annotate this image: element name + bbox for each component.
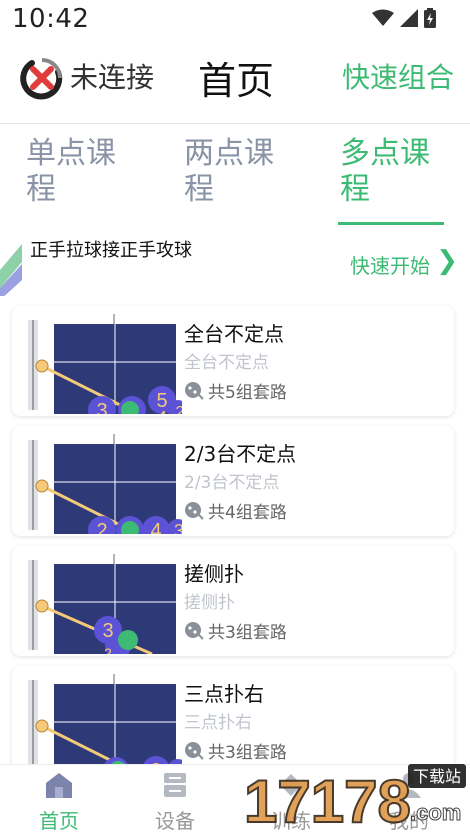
- routine-count: 共3组套路: [208, 623, 287, 643]
- page-title: 首页: [198, 59, 275, 103]
- stripe-decoration-icon: [0, 244, 22, 296]
- table-diagram-icon: 3 5 4 2: [28, 314, 182, 414]
- card-subtitle: 2/3台不定点: [184, 473, 280, 493]
- quick-start-button[interactable]: 快速开始: [350, 250, 430, 279]
- wifi-icon: [372, 9, 394, 26]
- card-subtitle: 全台不定点: [184, 353, 269, 373]
- tab-single-point[interactable]: 单点课程: [26, 136, 144, 208]
- routine-count: 共5组套路: [208, 383, 287, 403]
- device-icon: [164, 773, 186, 797]
- quick-combo-button[interactable]: 快速组合: [342, 56, 454, 96]
- ball-label: 3: [174, 521, 182, 534]
- course-card[interactable]: 3 2 搓侧扑 搓侧扑 共3组套路: [12, 546, 454, 656]
- disconnected-icon[interactable]: [18, 54, 66, 102]
- ball-label: 3: [102, 620, 113, 642]
- cellular-signal-icon: [400, 9, 418, 27]
- card-subtitle: 三点扑右: [184, 713, 252, 733]
- quick-start-banner[interactable]: 正手拉球接正手攻球 快速开始 ❯: [0, 236, 470, 296]
- routine-count-icon: [185, 741, 204, 760]
- home-icon: [46, 773, 72, 798]
- card-meta: 共5组套路: [184, 378, 287, 403]
- training-icon: [280, 774, 302, 796]
- table-diagram-icon: 3 2: [28, 554, 176, 654]
- course-card[interactable]: 3 5 4 2 全台不定点 全台不定点 共5组套路: [12, 306, 454, 416]
- card-title: 全台不定点: [184, 322, 284, 346]
- nav-item-home[interactable]: 首页: [14, 771, 104, 834]
- card-meta: 共4组套路: [184, 498, 287, 523]
- routine-count: 共4组套路: [208, 503, 287, 523]
- chevron-right-icon[interactable]: ❯: [436, 246, 458, 276]
- status-bar: 10:42: [0, 0, 470, 40]
- status-icons: [372, 8, 436, 28]
- ball-label: 2: [96, 520, 107, 534]
- routine-count: 共3组套路: [208, 743, 287, 763]
- ball-label: 2: [104, 645, 112, 654]
- routine-count-icon: [185, 381, 204, 400]
- app-header: 未连接 首页 快速组合: [0, 40, 470, 124]
- nav-label: 我的: [389, 809, 429, 833]
- card-subtitle: 搓侧扑: [184, 593, 235, 613]
- table-diagram-icon: 2 4 3: [28, 434, 182, 534]
- tab-two-point[interactable]: 两点课程: [184, 136, 302, 208]
- course-card[interactable]: 2 4 3 2/3台不定点 2/3台不定点 共4组套路: [12, 426, 454, 536]
- nav-label: 设备: [155, 809, 195, 833]
- profile-icon: [397, 773, 421, 798]
- course-tabs: 单点课程 两点课程 多点课程: [0, 128, 470, 230]
- connection-status[interactable]: 未连接: [70, 56, 154, 96]
- tab-multi-point[interactable]: 多点课程: [340, 136, 458, 208]
- nav-label: 首页: [39, 809, 79, 833]
- nav-label: 训练: [271, 809, 311, 833]
- nav-item-device[interactable]: 设备: [130, 771, 220, 834]
- card-title: 2/3台不定点: [184, 442, 297, 466]
- active-tab-indicator: [338, 222, 444, 225]
- ball-label: 4: [157, 408, 167, 414]
- ball-label: 2: [176, 404, 182, 414]
- nav-item-profile[interactable]: 我的: [364, 771, 454, 834]
- status-time: 10:42: [12, 4, 90, 34]
- ball-label: 3: [96, 400, 107, 414]
- routine-count-icon: [185, 501, 204, 520]
- nav-item-training[interactable]: 训练: [246, 771, 336, 834]
- card-title: 三点扑右: [184, 682, 264, 706]
- course-card[interactable]: 3 2 三点扑右 三点扑右 共3组套路: [12, 666, 454, 776]
- table-diagram-icon: 3 2: [28, 674, 182, 774]
- card-title: 搓侧扑: [184, 562, 244, 586]
- routine-count-icon: [185, 621, 204, 640]
- ball-label: 4: [150, 520, 161, 534]
- card-meta: 共3组套路: [184, 618, 287, 643]
- banner-title: 正手拉球接正手攻球: [30, 240, 192, 261]
- bottom-nav: 首页 设备 训练 我的: [0, 764, 470, 836]
- battery-icon: [424, 8, 436, 28]
- card-meta: 共3组套路: [184, 738, 287, 763]
